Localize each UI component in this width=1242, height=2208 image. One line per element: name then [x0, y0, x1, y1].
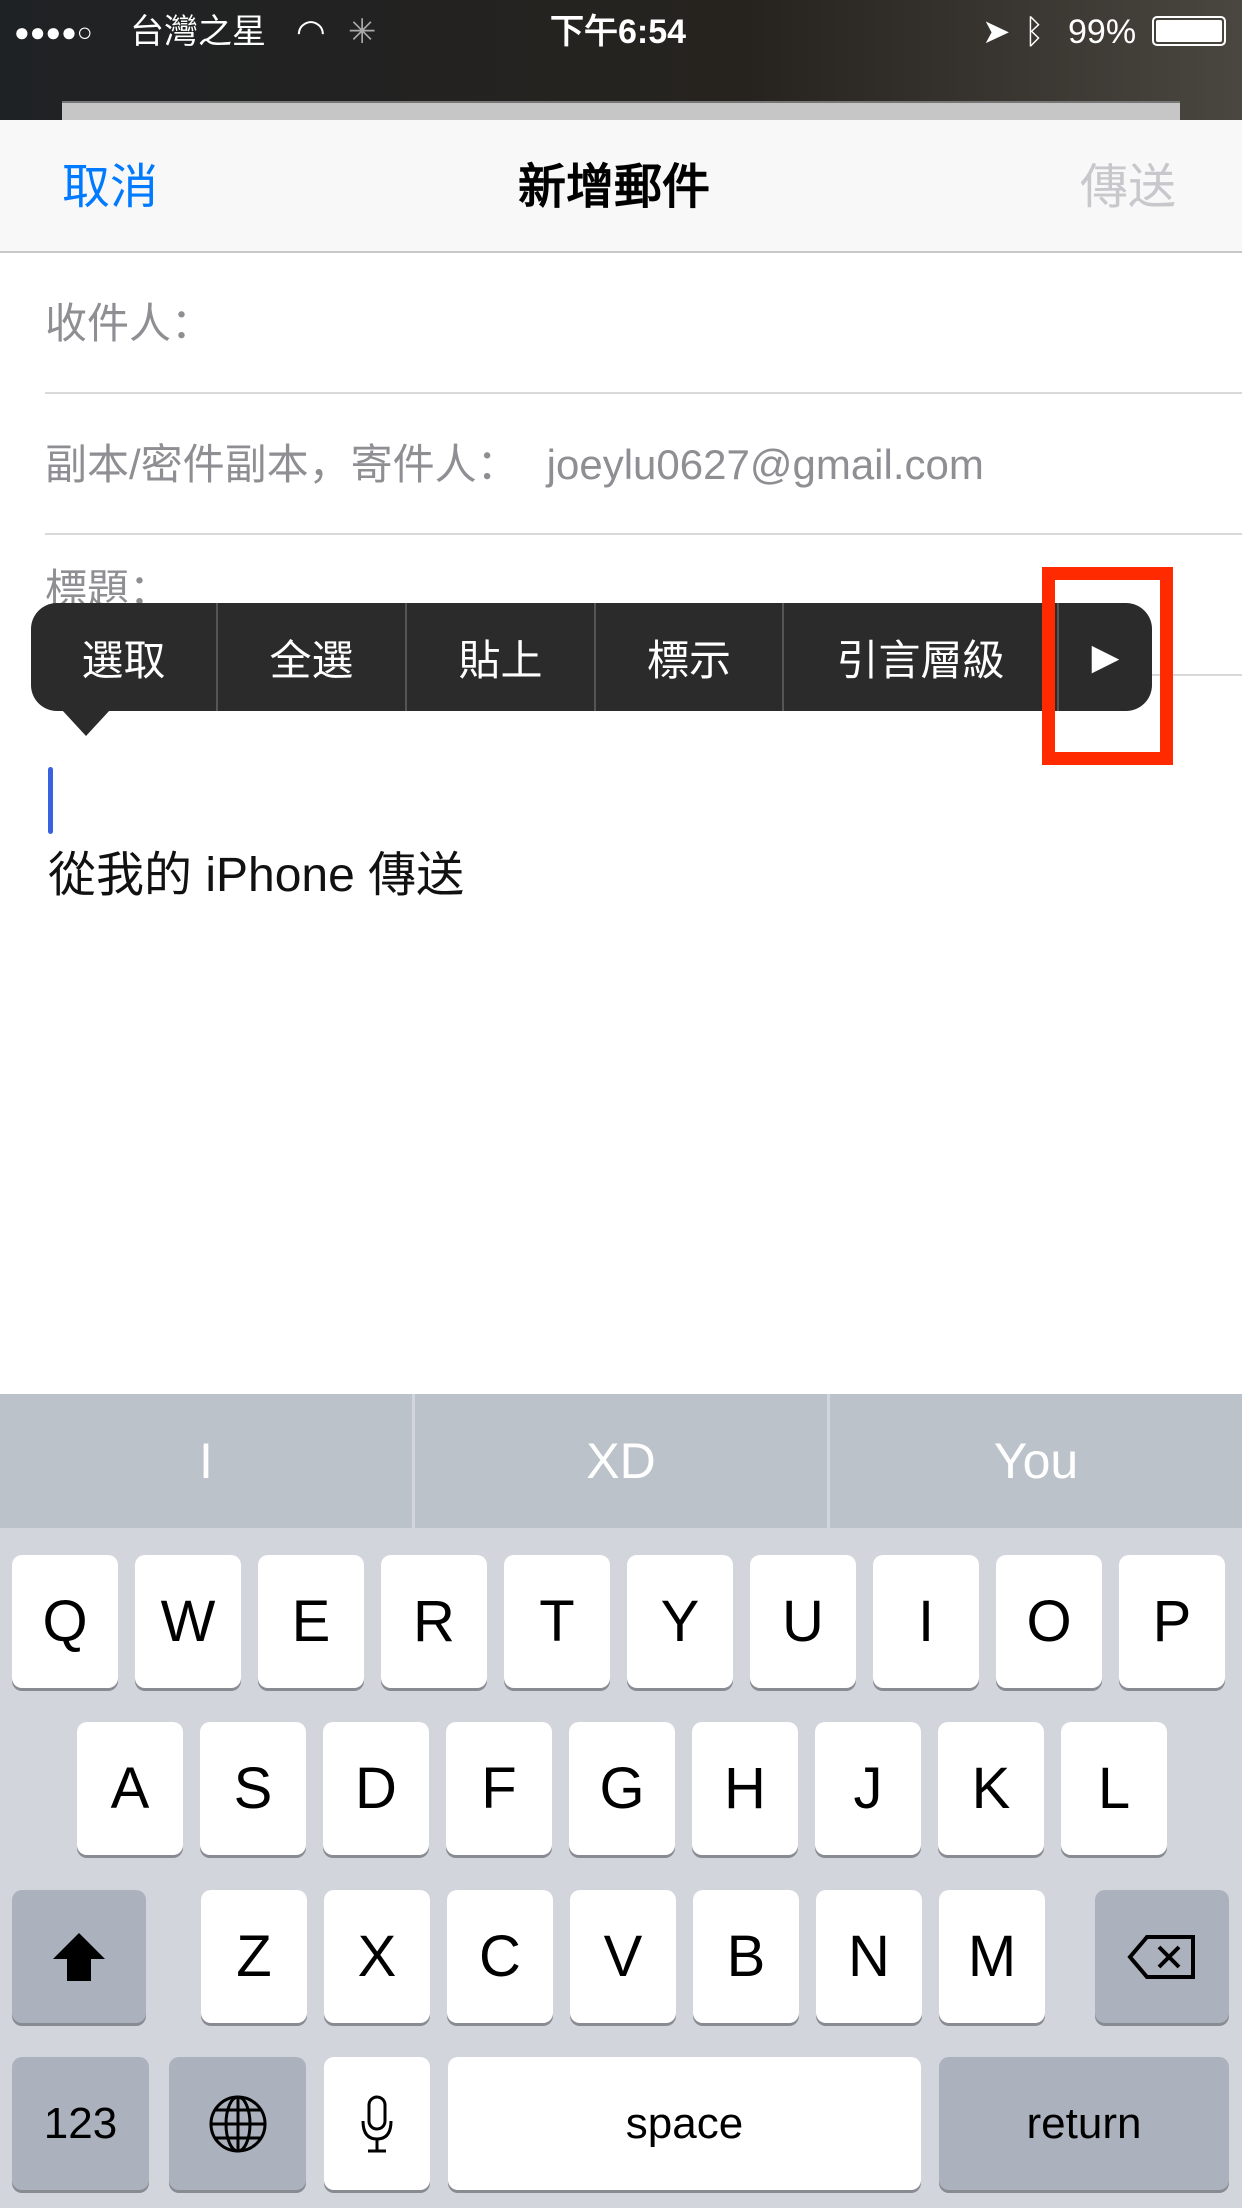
context-menu: 選取 全選 貼上 標示 引言層級 ▶ — [31, 603, 1152, 711]
key-x[interactable]: X — [324, 1890, 430, 2023]
carrier-name: 台灣之星 — [130, 13, 266, 51]
menu-item-select-all[interactable]: 全選 — [218, 603, 407, 711]
key-c[interactable]: C — [447, 1890, 553, 2023]
key-s[interactable]: S — [200, 1722, 306, 1855]
key-a[interactable]: A — [77, 1722, 183, 1855]
space-key[interactable]: space — [448, 2057, 921, 2190]
background-sheet — [62, 101, 1180, 121]
cc-value: joeylu0627@gmail.com — [546, 441, 984, 488]
text-cursor — [48, 767, 53, 834]
suggestion[interactable]: I — [0, 1394, 415, 1528]
key-t[interactable]: T — [504, 1555, 610, 1688]
key-m[interactable]: M — [939, 1890, 1045, 2023]
numbers-key[interactable]: 123 — [12, 2057, 149, 2190]
clock: 下午6:54 — [550, 13, 687, 51]
key-r[interactable]: R — [381, 1555, 487, 1688]
key-f[interactable]: F — [446, 1722, 552, 1855]
location-icon: ➤ — [982, 13, 1011, 51]
page-title: 新增郵件 — [518, 161, 711, 214]
key-q[interactable]: Q — [12, 1555, 118, 1688]
key-d[interactable]: D — [323, 1722, 429, 1855]
nav-bar: 取消 新增郵件 傳送 — [0, 120, 1242, 253]
battery-icon — [1152, 16, 1226, 46]
signal-strength: ●●●●○ — [14, 17, 93, 47]
menu-item-paste[interactable]: 貼上 — [407, 603, 596, 711]
key-u[interactable]: U — [750, 1555, 856, 1688]
send-button[interactable]: 傳送 — [1080, 158, 1176, 218]
key-j[interactable]: J — [815, 1722, 921, 1855]
wifi-icon: ◠ — [296, 13, 326, 51]
key-n[interactable]: N — [816, 1890, 922, 2023]
backspace-key[interactable] — [1095, 1890, 1229, 2023]
dictation-key[interactable] — [324, 2057, 430, 2190]
key-k[interactable]: K — [938, 1722, 1044, 1855]
globe-key[interactable] — [169, 2057, 306, 2190]
menu-item-select[interactable]: 選取 — [31, 603, 218, 711]
cc-label: 副本/密件副本，寄件人： — [45, 441, 519, 488]
highlight-box — [1042, 567, 1173, 765]
activity-spinner-icon: ✳ — [348, 13, 377, 51]
key-w[interactable]: W — [135, 1555, 241, 1688]
signature-text[interactable]: 從我的 iPhone 傳送 — [48, 846, 464, 906]
cc-field[interactable]: 副本/密件副本，寄件人： joeylu0627@gmail.com — [45, 394, 1242, 535]
context-menu-pointer — [62, 710, 110, 736]
globe-icon — [209, 2095, 266, 2152]
shift-icon — [53, 1932, 105, 1981]
key-z[interactable]: Z — [201, 1890, 307, 2023]
bluetooth-icon: ᛒ — [1024, 13, 1045, 51]
key-o[interactable]: O — [996, 1555, 1102, 1688]
suggestion[interactable]: XD — [415, 1394, 830, 1528]
to-field[interactable]: 收件人： — [45, 253, 1242, 394]
backspace-icon — [1127, 1934, 1195, 1979]
key-i[interactable]: I — [873, 1555, 979, 1688]
to-label: 收件人： — [45, 300, 214, 347]
microphone-icon — [361, 2095, 393, 2152]
menu-item-mark[interactable]: 標示 — [596, 603, 784, 711]
key-g[interactable]: G — [569, 1722, 675, 1855]
battery-percent: 99% — [1068, 13, 1137, 51]
suggestion[interactable]: You — [830, 1394, 1242, 1528]
key-v[interactable]: V — [570, 1890, 676, 2023]
cancel-button[interactable]: 取消 — [62, 158, 158, 218]
key-h[interactable]: H — [692, 1722, 798, 1855]
key-e[interactable]: E — [258, 1555, 364, 1688]
shift-key[interactable] — [12, 1890, 146, 2023]
key-p[interactable]: P — [1119, 1555, 1225, 1688]
suggestion-bar: I XD You — [0, 1394, 1242, 1528]
key-l[interactable]: L — [1061, 1722, 1167, 1855]
return-key[interactable]: return — [939, 2057, 1229, 2190]
menu-item-quote-level[interactable]: 引言層級 — [784, 603, 1059, 711]
key-y[interactable]: Y — [627, 1555, 733, 1688]
key-b[interactable]: B — [693, 1890, 799, 2023]
